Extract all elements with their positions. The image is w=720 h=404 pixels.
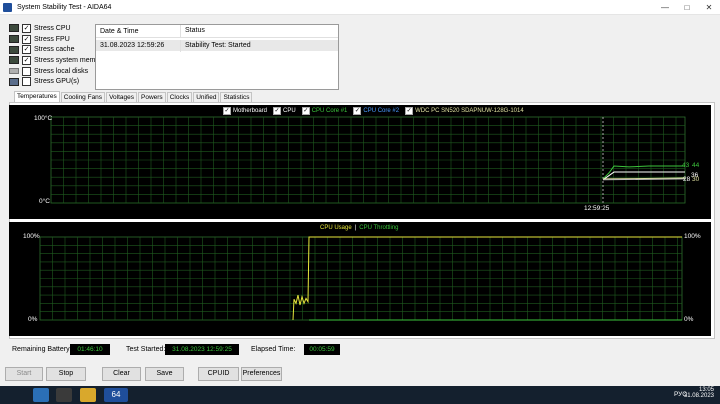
maximize-icon[interactable]: □ (676, 0, 698, 14)
legend-motherboard[interactable]: ✓ Motherboard (223, 107, 267, 115)
legend-ssd-checkbox[interactable]: ✓ (405, 107, 414, 115)
legend-cpu-throttling-label: CPU Throttling (359, 225, 399, 231)
temperature-legend: ✓ Motherboard ✓ CPU ✓ CPU Core #1 ✓ CPU … (223, 107, 530, 115)
aida64-taskbar-button[interactable]: 64 (104, 388, 128, 402)
temp-time-label: 12:59:25 (584, 205, 610, 212)
temp-value-2: 44 (692, 162, 700, 169)
legend-cpu-usage-label: CPU Usage (320, 225, 352, 231)
legend-ssd[interactable]: ✓ WDC PC SN520 SDAPNUW-128G-1014 (405, 107, 524, 115)
date-column-header[interactable]: Date & Time (96, 28, 180, 35)
close-icon[interactable]: ✕ (698, 0, 720, 14)
legend-cpu-core-1-checkbox[interactable]: ✓ (301, 107, 310, 115)
gpu-card-icon (9, 77, 19, 86)
clear-button[interactable]: Clear (102, 367, 141, 381)
preferences-button[interactable]: Preferences (241, 367, 282, 381)
fpu-chip-icon (9, 35, 19, 44)
stress-cache-option[interactable]: ✓ Stress cache (9, 44, 105, 55)
temp-value-4: 28 (683, 176, 691, 183)
legend-motherboard-checkbox[interactable]: ✓ (223, 107, 231, 115)
stress-gpu-checkbox[interactable] (22, 77, 31, 87)
stress-gpu-option[interactable]: Stress GPU(s) (9, 76, 105, 87)
elapsed-time-value: 00:05:59 (304, 344, 340, 355)
legend-cpu[interactable]: ✓ CPU (273, 107, 296, 115)
status-date: 31.08.2023 12:59:26 (100, 42, 165, 49)
legend-cpu-core-2[interactable]: ✓ CPU Core #2 (353, 107, 399, 115)
legend-cpu-core-1[interactable]: ✓ CPU Core #1 (301, 107, 348, 115)
status-row[interactable]: 31.08.2023 12:59:26 Stability Test: Star… (96, 39, 338, 52)
status-header: Date & Time Status (96, 25, 338, 38)
minimize-icon[interactable]: — (654, 0, 676, 14)
temp-axis-min: 0°C (39, 198, 50, 205)
battery-value: 01:46:10 (70, 344, 110, 355)
temperature-graph: ✓ Motherboard ✓ CPU ✓ CPU Core #1 ✓ CPU … (9, 105, 711, 219)
window-title: System Stability Test - AIDA64 (17, 3, 112, 11)
stress-memory-checkbox[interactable]: ✓ (22, 55, 31, 65)
windows-start-icon[interactable] (33, 388, 49, 402)
memory-module-icon (9, 56, 19, 65)
legend-cpu-core-2-checkbox[interactable]: ✓ (353, 107, 362, 115)
save-button[interactable]: Save (145, 367, 184, 381)
legend-cpu-checkbox[interactable]: ✓ (273, 107, 282, 115)
cpu-chip-icon (9, 24, 19, 33)
stress-fpu-checkbox[interactable]: ✓ (22, 34, 31, 44)
elapsed-time-label: Elapsed Time: (251, 346, 296, 353)
aida64-app-icon (3, 2, 12, 12)
test-started-label: Test Started: (126, 346, 166, 353)
test-info-bar: Remaining Battery: 01:46:10 Test Started… (0, 343, 720, 357)
battery-label: Remaining Battery: (12, 346, 72, 353)
legend-ssd-label: WDC PC SN520 SDAPNUW-128G-1014 (415, 108, 524, 114)
stress-fpu-option[interactable]: ✓ Stress FPU (9, 34, 105, 45)
temperature-graph-svg (50, 116, 686, 204)
stress-cache-checkbox[interactable]: ✓ (22, 45, 31, 55)
cpu-usage-graph: CPU Usage | CPU Throttling 100% 0% 100% … (9, 222, 711, 336)
stress-fpu-label: Stress FPU (34, 35, 70, 43)
start-button[interactable]: Start (5, 367, 43, 381)
stress-cpu-option[interactable]: ✓ Stress CPU (9, 23, 105, 34)
disk-drive-icon (9, 68, 19, 75)
status-list[interactable]: Date & Time Status 31.08.2023 12:59:26 S… (95, 24, 339, 90)
stress-disks-checkbox[interactable] (22, 66, 31, 76)
stop-button[interactable]: Stop (46, 367, 86, 381)
temp-value-1: 43 (682, 162, 690, 169)
legend-cpu-core-1-label: CPU Core #1 (311, 108, 348, 114)
system-clock[interactable]: 13:05 31.08.2023 (684, 387, 714, 399)
stress-cpu-label: Stress CPU (34, 24, 71, 32)
stress-cpu-checkbox[interactable]: ✓ (22, 23, 31, 33)
cpu-axis-max-right: 100% (684, 233, 701, 240)
cpu-axis-max-left: 100% (23, 233, 40, 240)
stress-cache-label: Stress cache (34, 46, 75, 54)
stress-disks-option[interactable]: Stress local disks (9, 66, 105, 77)
title-bar: System Stability Test - AIDA64 — □ ✕ (0, 0, 720, 15)
status-column-header[interactable]: Status (180, 25, 205, 37)
file-explorer-icon[interactable] (80, 388, 96, 402)
test-started-value: 31.08.2023 12:59:25 (165, 344, 239, 355)
cpuid-button[interactable]: CPUID (198, 367, 239, 381)
legend-cpu-core-2-label: CPU Core #2 (363, 108, 400, 114)
stress-gpu-label: Stress GPU(s) (34, 78, 80, 86)
stress-disks-label: Stress local disks (34, 67, 89, 75)
task-view-icon[interactable] (56, 388, 72, 402)
cpu-usage-legend: CPU Usage | CPU Throttling (320, 225, 399, 231)
temp-axis-max: 100°C (34, 115, 53, 122)
legend-separator: | (354, 225, 357, 231)
stress-options: ✓ Stress CPU ✓ Stress FPU ✓ Stress cache… (9, 23, 105, 87)
taskbar: 64 РУС 13:05 31.08.2023 (0, 386, 720, 404)
legend-motherboard-label: Motherboard (233, 108, 268, 114)
cpu-axis-min-left: 0% (28, 316, 38, 323)
cache-chip-icon (9, 45, 19, 54)
status-text: Stability Test: Started (180, 39, 251, 52)
cpu-usage-graph-svg (39, 236, 683, 321)
stress-memory-option[interactable]: ✓ Stress system memory (9, 55, 105, 66)
cpu-axis-min-right: 0% (684, 316, 694, 323)
clock-date: 31.08.2023 (683, 393, 714, 399)
temp-value-5: 30 (692, 176, 700, 183)
legend-cpu-label: CPU (283, 108, 296, 114)
